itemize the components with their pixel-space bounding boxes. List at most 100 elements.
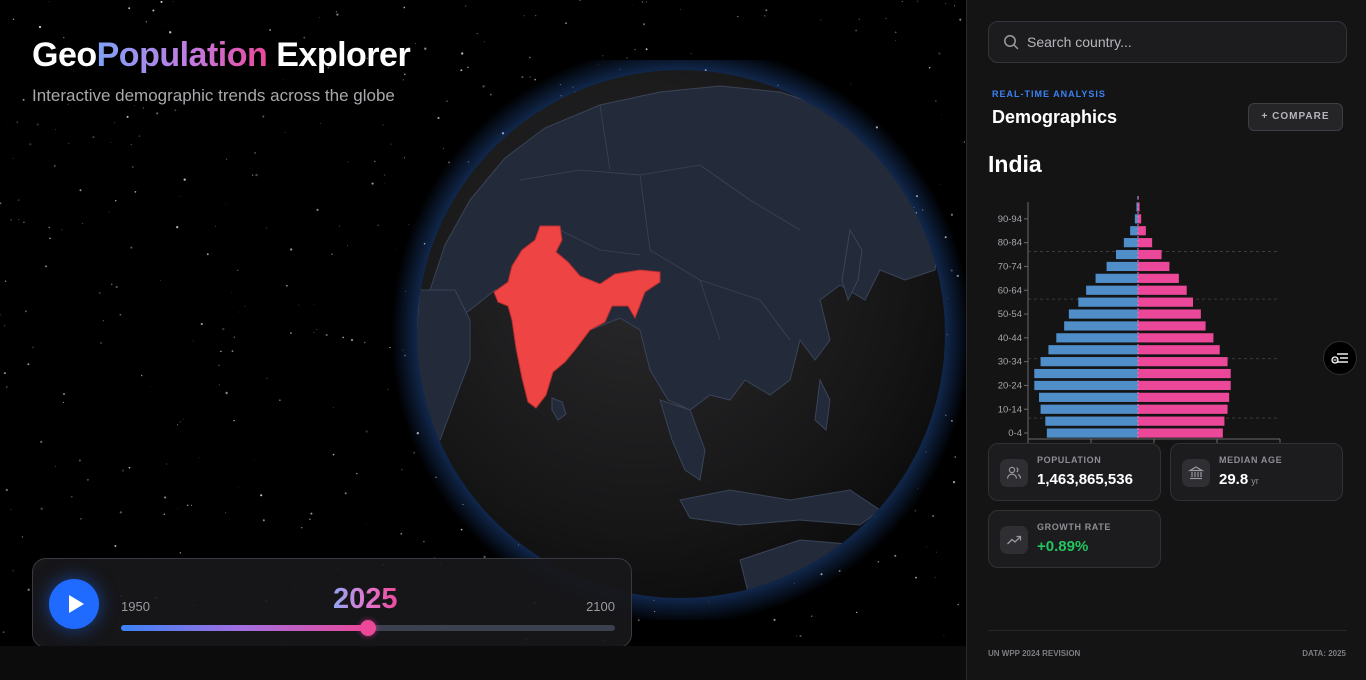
star [528,56,531,59]
pyramid-bar-right[interactable] [1138,285,1187,295]
star [335,11,337,13]
timeline-start-year: 1950 [121,599,150,614]
search-box[interactable] [988,21,1347,63]
star [347,161,349,163]
star [115,285,118,289]
star [579,0,581,2]
play-button[interactable] [49,579,99,629]
star [347,245,349,246]
pyramid-bar-right[interactable] [1138,309,1201,319]
pyramid-bar-right[interactable] [1138,428,1223,438]
star [186,504,189,507]
pyramid-bar-left[interactable] [1095,273,1138,283]
pyramid-bar-right[interactable] [1138,273,1179,283]
star [737,15,739,18]
star [855,29,857,32]
pyramid-bar-right[interactable] [1138,392,1230,402]
pyramid-bar-left[interactable] [1039,392,1138,402]
compare-button[interactable]: + COMPARE [1248,103,1343,131]
star [332,406,334,408]
pyramid-bar-right[interactable] [1138,321,1206,331]
pyramid-bar-right[interactable] [1138,261,1170,272]
search-input[interactable] [1027,22,1337,62]
pyramid-bar-right[interactable] [1138,333,1214,343]
app-title: GeoPopulation Explorer [32,36,411,74]
star [179,421,181,423]
star [484,41,485,43]
pyramid-bar-left[interactable] [1106,261,1138,272]
pyramid-bar-right[interactable] [1138,416,1225,426]
star [130,246,133,249]
star [29,143,32,146]
pyramid-bar-left[interactable] [1086,285,1138,295]
star [763,15,766,17]
pyramid-bar-right[interactable] [1138,345,1220,355]
pyramid-bar-right[interactable] [1138,297,1193,307]
pyramid-bar-right[interactable] [1138,368,1231,379]
star [61,229,63,231]
pyramid-bar-left[interactable] [1134,214,1138,224]
star [63,401,65,403]
pyramid-bar-right[interactable] [1138,238,1153,248]
filter-toggle-button[interactable] [1323,341,1357,375]
star [179,196,181,197]
star [266,227,268,229]
pyramid-bar-right[interactable] [1138,249,1162,260]
globe[interactable] [390,60,966,620]
pyramid-bar-right[interactable] [1138,214,1142,224]
timeline-control: 1950 2025 2100 [32,558,632,646]
pyramid-bar-left[interactable] [1045,416,1138,426]
pyramid-bar-right[interactable] [1138,196,1139,200]
star [27,588,30,591]
year-slider-handle[interactable] [360,620,376,636]
play-icon [68,595,84,613]
pyramid-bar-right[interactable] [1138,202,1140,212]
pyramid-bar-left[interactable] [1123,238,1138,248]
star [325,333,328,337]
pyramid-bar-left[interactable] [1048,345,1138,355]
y-tick-label: 10-14 [998,404,1022,415]
pyramid-bar-right[interactable] [1138,226,1146,236]
star [403,6,406,9]
pyramid-bar-left[interactable] [1137,196,1138,200]
pyramid-bar-left[interactable] [1034,368,1138,379]
pyramid-bar-left[interactable] [1034,380,1138,391]
star [363,341,366,344]
year-slider[interactable] [121,620,615,636]
star [424,47,427,50]
star [98,291,101,294]
star [6,124,8,126]
star [160,0,163,3]
pyramid-bar-left[interactable] [1064,321,1138,331]
pyramid-bar-left[interactable] [1056,333,1138,343]
pyramid-bar-left[interactable] [1130,226,1138,236]
pyramid-bar-left[interactable] [1046,428,1138,438]
star [218,384,220,386]
population-value: 1,463,865,536 [1037,471,1133,488]
star [645,1,647,3]
pyramid-bar-left[interactable] [1078,297,1138,307]
star [164,496,167,499]
star [45,265,47,268]
pyramid-bar-left[interactable] [1040,357,1138,367]
pyramid-bar-right[interactable] [1138,404,1228,414]
star [377,224,379,226]
year-slider-fill [121,625,368,631]
pyramid-bar-left[interactable] [1068,309,1138,319]
star [160,279,161,281]
median-age-label: MEDIAN AGE [1219,455,1283,465]
star [799,635,802,637]
star [177,424,179,426]
star [2,631,5,633]
globe-view[interactable]: GeoPopulation Explorer Interactive demog… [0,0,966,646]
pyramid-bar-left[interactable] [1136,202,1138,212]
star [38,25,42,29]
pyramid-bar-right[interactable] [1138,380,1231,391]
pyramid-bar-left[interactable] [1116,249,1138,260]
star [336,13,339,16]
pyramid-bar-left[interactable] [1040,404,1138,414]
star [114,122,116,124]
pyramid-bar-right[interactable] [1138,357,1228,367]
star [102,320,105,322]
star [10,218,13,221]
